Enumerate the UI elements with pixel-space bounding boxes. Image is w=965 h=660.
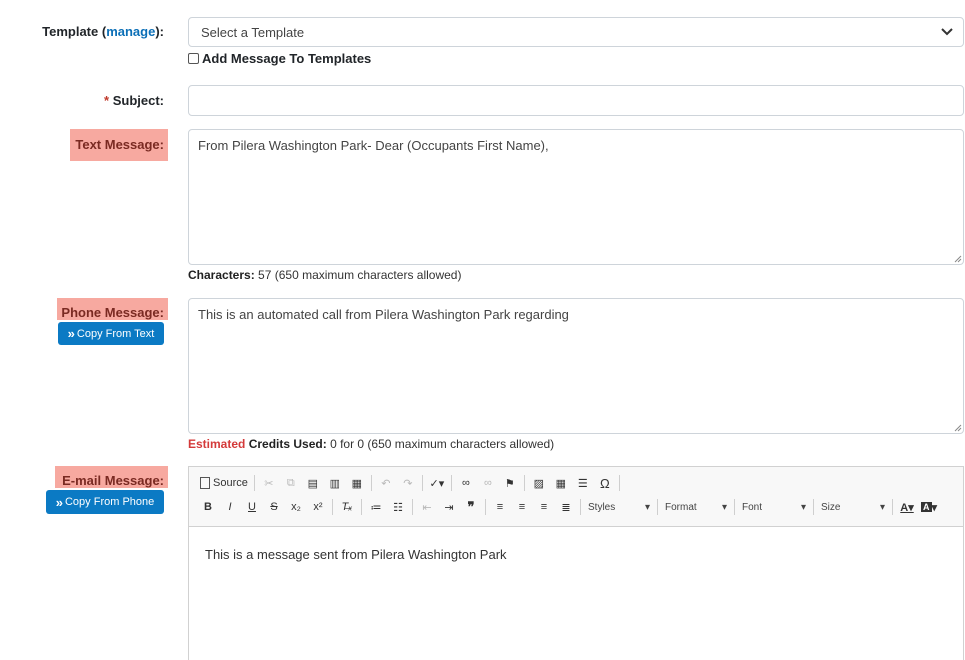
background-color-icon[interactable]: A ▾ xyxy=(918,498,940,516)
email-message-label: E-mail Message: xyxy=(55,466,168,488)
dropdown-arrow-icon: ▾ xyxy=(721,501,727,513)
credits-used: Estimated Credits Used: 0 for 0 (650 max… xyxy=(188,437,555,451)
strikethrough-icon[interactable]: S xyxy=(263,498,285,516)
format-dropdown[interactable]: Format ▾ xyxy=(661,498,731,516)
blockquote-icon[interactable]: ❞ xyxy=(460,498,482,516)
undo-icon[interactable]: ↶ xyxy=(375,474,397,492)
template-select[interactable]: Select a Template xyxy=(188,17,964,47)
align-center-icon[interactable]: ≡ xyxy=(511,498,533,516)
toolbar-row-2: B I U S x₂ x² T̶ₓ ≔ ☷ ⇤ ⇥ ❞ ≡ ≡ ≡ ≣ Styl… xyxy=(197,494,963,520)
bold-icon[interactable]: B xyxy=(197,498,219,516)
outdent-icon[interactable]: ⇤ xyxy=(416,498,438,516)
chevron-down-icon xyxy=(941,28,953,36)
text-message-label: Text Message: xyxy=(70,129,168,161)
double-chevron-right-icon: » xyxy=(55,494,63,510)
toolbar-row-1: Source ✂ ⧉ ▤ ▥ ▦ ↶ ↷ ✓▾ ∞ ∞ ⚑ ▨ ▦ ☰ Ω xyxy=(197,472,963,494)
manage-templates-link[interactable]: manage xyxy=(106,24,155,39)
anchor-flag-icon[interactable]: ⚑ xyxy=(499,474,521,492)
spellcheck-icon[interactable]: ✓▾ xyxy=(426,474,448,492)
resize-handle-icon[interactable] xyxy=(954,255,962,263)
dropdown-arrow-icon: ▾ xyxy=(644,501,650,513)
email-body[interactable]: This is a message sent from Pilera Washi… xyxy=(189,527,963,582)
bulleted-list-icon[interactable]: ☷ xyxy=(387,498,409,516)
paste-icon[interactable]: ▤ xyxy=(302,474,324,492)
phone-message-textarea[interactable]: This is an automated call from Pilera Wa… xyxy=(188,298,964,434)
align-justify-icon[interactable]: ≣ xyxy=(555,498,577,516)
table-icon[interactable]: ▦ xyxy=(550,474,572,492)
align-left-icon[interactable]: ≡ xyxy=(489,498,511,516)
copy-from-phone-button[interactable]: » Copy From Phone xyxy=(46,490,164,514)
source-icon xyxy=(200,477,210,489)
cut-icon[interactable]: ✂ xyxy=(258,474,280,492)
remove-format-icon[interactable]: T̶ₓ xyxy=(336,498,358,516)
paste-text-icon[interactable]: ▥ xyxy=(324,474,346,492)
template-select-value: Select a Template xyxy=(201,24,305,40)
add-to-templates-checkbox[interactable] xyxy=(188,53,199,64)
numbered-list-icon[interactable]: ≔ xyxy=(365,498,387,516)
phone-message-label: Phone Message: xyxy=(57,298,168,320)
size-dropdown[interactable]: Size ▾ xyxy=(817,498,889,516)
font-dropdown[interactable]: Font ▾ xyxy=(738,498,810,516)
unlink-icon[interactable]: ∞ xyxy=(477,474,499,492)
indent-icon[interactable]: ⇥ xyxy=(438,498,460,516)
add-to-templates-row: Add Message To Templates xyxy=(188,51,371,66)
copy-icon[interactable]: ⧉ xyxy=(280,474,302,492)
styles-dropdown[interactable]: Styles ▾ xyxy=(584,498,654,516)
italic-icon[interactable]: I xyxy=(219,498,241,516)
email-editor: Source ✂ ⧉ ▤ ▥ ▦ ↶ ↷ ✓▾ ∞ ∞ ⚑ ▨ ▦ ☰ Ω B … xyxy=(188,466,964,660)
underline-icon[interactable]: U xyxy=(241,498,263,516)
link-icon[interactable]: ∞ xyxy=(455,474,477,492)
paste-word-icon[interactable]: ▦ xyxy=(346,474,368,492)
subscript-icon[interactable]: x₂ xyxy=(285,498,307,516)
redo-icon[interactable]: ↷ xyxy=(397,474,419,492)
dropdown-arrow-icon: ▾ xyxy=(879,501,885,513)
special-char-omega-icon[interactable]: Ω xyxy=(594,474,616,492)
resize-handle-icon[interactable] xyxy=(954,424,962,432)
double-chevron-right-icon: » xyxy=(67,326,75,341)
superscript-icon[interactable]: x² xyxy=(307,498,329,516)
characters-count: Characters: 57 (650 maximum characters a… xyxy=(188,268,462,282)
source-button[interactable]: Source xyxy=(197,474,251,492)
dropdown-arrow-icon: ▾ xyxy=(800,501,806,513)
editor-toolbar: Source ✂ ⧉ ▤ ▥ ▦ ↶ ↷ ✓▾ ∞ ∞ ⚑ ▨ ▦ ☰ Ω B … xyxy=(189,467,963,527)
image-icon[interactable]: ▨ xyxy=(528,474,550,492)
align-right-icon[interactable]: ≡ xyxy=(533,498,555,516)
text-color-icon[interactable]: A▾ xyxy=(896,498,918,516)
horizontal-rule-icon[interactable]: ☰ xyxy=(572,474,594,492)
add-to-templates-label[interactable]: Add Message To Templates xyxy=(202,51,371,66)
text-message-textarea[interactable]: From Pilera Washington Park- Dear (Occup… xyxy=(188,129,964,265)
template-label: Template (manage): xyxy=(42,24,164,39)
required-mark: * xyxy=(104,93,110,108)
subject-input[interactable] xyxy=(188,85,964,116)
subject-label: * Subject: xyxy=(104,93,164,108)
copy-from-text-button[interactable]: » Copy From Text xyxy=(58,322,164,345)
